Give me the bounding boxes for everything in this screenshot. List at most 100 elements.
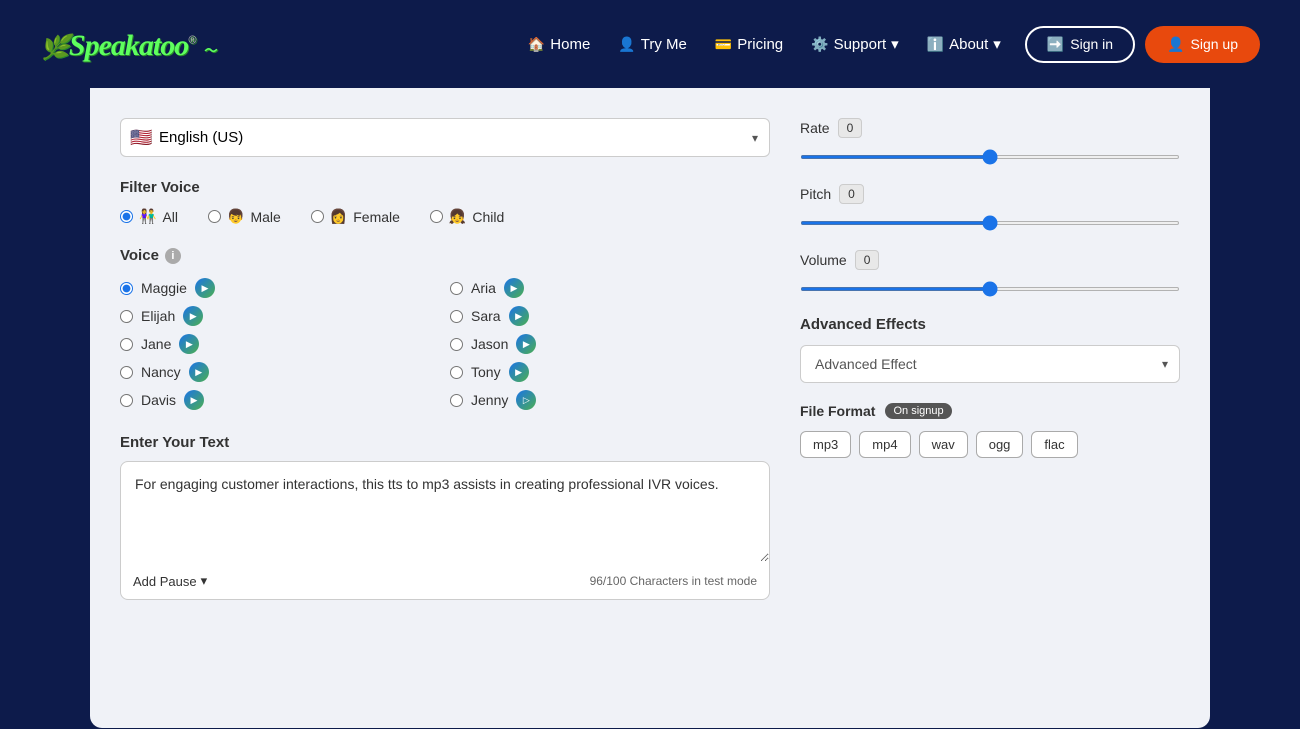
advanced-effects-section: Advanced Effects Advanced Effect Echo Re… xyxy=(800,316,1180,383)
rate-slider-group: Rate 0 xyxy=(800,118,1180,164)
filter-child-radio[interactable] xyxy=(430,210,443,223)
voice-radio-davis[interactable] xyxy=(120,394,133,407)
file-format-section: File Format On signup mp3 mp4 wav ogg fl… xyxy=(800,403,1180,458)
voice-radio-jason[interactable] xyxy=(450,338,463,351)
format-wav-button[interactable]: wav xyxy=(919,431,968,458)
filter-child-emoji: 👧 xyxy=(449,208,466,225)
nav-item-tryme[interactable]: 👤 Try Me xyxy=(618,36,687,53)
main-content: 🇺🇸 English (US) English (UK) Spanish Fre… xyxy=(90,88,1210,728)
logo: 🌿Speakatoo® 〜 xyxy=(40,26,215,63)
play-jenny-icon[interactable]: ▷ xyxy=(516,390,536,410)
voice-name-maggie: Maggie xyxy=(141,280,187,296)
voice-radio-jenny[interactable] xyxy=(450,394,463,407)
text-input-section: Enter Your Text For engaging customer in… xyxy=(120,434,770,600)
voice-item-elijah[interactable]: Elijah ▶ xyxy=(120,306,430,326)
pricing-icon: 💳 xyxy=(715,36,732,53)
voice-section-label: Voice i xyxy=(120,247,770,264)
file-format-buttons: mp3 mp4 wav ogg flac xyxy=(800,431,1180,458)
filter-female-emoji: 👩 xyxy=(330,208,347,225)
filter-all[interactable]: 👫 All xyxy=(120,208,178,225)
format-flac-button[interactable]: flac xyxy=(1031,431,1077,458)
filter-female-label: Female xyxy=(353,209,400,225)
signin-label: Sign in xyxy=(1070,36,1113,52)
text-area-box: For engaging customer interactions, this… xyxy=(120,461,770,600)
voice-radio-aria[interactable] xyxy=(450,282,463,295)
support-icon: ⚙️ xyxy=(811,36,828,53)
voice-radio-jane[interactable] xyxy=(120,338,133,351)
voice-radio-tony[interactable] xyxy=(450,366,463,379)
filter-all-emoji: 👫 xyxy=(139,208,156,225)
nav-item-support[interactable]: ⚙️ Support ▾ xyxy=(811,35,899,53)
rate-label-text: Rate xyxy=(800,120,830,136)
voice-radio-maggie[interactable] xyxy=(120,282,133,295)
voice-item-aria[interactable]: Aria ▶ xyxy=(450,278,760,298)
play-sara-icon[interactable]: ▶ xyxy=(509,306,529,326)
char-count: 96/100 Characters in test mode xyxy=(590,574,757,588)
add-pause-button[interactable]: Add Pause ▾ xyxy=(133,573,207,589)
filter-female[interactable]: 👩 Female xyxy=(311,208,400,225)
voice-radio-nancy[interactable] xyxy=(120,366,133,379)
voice-item-maggie[interactable]: Maggie ▶ xyxy=(120,278,430,298)
voice-item-davis[interactable]: Davis ▶ xyxy=(120,390,430,410)
play-jane-icon[interactable]: ▶ xyxy=(179,334,199,354)
signup-button[interactable]: 👤 Sign up xyxy=(1145,26,1260,63)
signup-label: Sign up xyxy=(1191,36,1238,52)
play-jason-icon[interactable]: ▶ xyxy=(516,334,536,354)
play-davis-icon[interactable]: ▶ xyxy=(184,390,204,410)
text-input[interactable]: For engaging customer interactions, this… xyxy=(121,462,769,562)
voice-list-wrap: Maggie ▶ Aria ▶ Elijah ▶ xyxy=(120,278,770,410)
voice-section: Voice i Maggie ▶ Aria ▶ xyxy=(120,247,770,410)
play-tony-icon[interactable]: ▶ xyxy=(509,362,529,382)
left-panel: 🇺🇸 English (US) English (UK) Spanish Fre… xyxy=(120,118,770,600)
voice-item-sara[interactable]: Sara ▶ xyxy=(450,306,760,326)
voice-columns: Maggie ▶ Aria ▶ Elijah ▶ xyxy=(120,278,770,410)
pitch-slider[interactable] xyxy=(800,221,1180,225)
pitch-slider-label: Pitch 0 xyxy=(800,184,1180,204)
voice-radio-sara[interactable] xyxy=(450,310,463,323)
nav-item-home[interactable]: 🏠 Home xyxy=(528,36,590,53)
filter-female-radio[interactable] xyxy=(311,210,324,223)
signin-button[interactable]: ➡️ Sign in xyxy=(1025,26,1135,63)
filter-male[interactable]: 👦 Male xyxy=(208,208,281,225)
filter-voice-label: Filter Voice xyxy=(120,179,770,196)
voice-name-jenny: Jenny xyxy=(471,392,508,408)
rate-slider[interactable] xyxy=(800,155,1180,159)
filter-child[interactable]: 👧 Child xyxy=(430,208,504,225)
play-aria-icon[interactable]: ▶ xyxy=(504,278,524,298)
language-select[interactable]: English (US) English (UK) Spanish French xyxy=(120,118,770,157)
voice-item-jenny[interactable]: Jenny ▷ xyxy=(450,390,760,410)
text-area-footer: Add Pause ▾ 96/100 Characters in test mo… xyxy=(121,567,769,599)
voice-info-icon[interactable]: i xyxy=(165,248,181,264)
main-grid: 🇺🇸 English (US) English (UK) Spanish Fre… xyxy=(120,118,1180,600)
format-ogg-button[interactable]: ogg xyxy=(976,431,1024,458)
advanced-effects-label: Advanced Effects xyxy=(800,316,1180,333)
voice-radio-elijah[interactable] xyxy=(120,310,133,323)
logo-area: 🌿Speakatoo® 〜 xyxy=(40,26,215,63)
filter-all-radio[interactable] xyxy=(120,210,133,223)
voice-item-tony[interactable]: Tony ▶ xyxy=(450,362,760,382)
voice-name-jane: Jane xyxy=(141,336,171,352)
nav-links: 🏠 Home 👤 Try Me 💳 Pricing ⚙️ Support ▾ ℹ… xyxy=(528,35,1001,53)
nav-support-label: Support xyxy=(834,36,887,53)
nav-item-about[interactable]: ℹ️ About ▾ xyxy=(927,35,1001,53)
voice-item-jane[interactable]: Jane ▶ xyxy=(120,334,430,354)
navbar: 🌿Speakatoo® 〜 🏠 Home 👤 Try Me 💳 Pricing … xyxy=(0,0,1300,88)
volume-slider[interactable] xyxy=(800,287,1180,291)
language-chevron-icon: ▾ xyxy=(752,131,758,145)
play-maggie-icon[interactable]: ▶ xyxy=(195,278,215,298)
filter-male-radio[interactable] xyxy=(208,210,221,223)
effect-select-wrap: Advanced Effect Echo Reverb Robot Teleph… xyxy=(800,345,1180,383)
signup-icon: 👤 xyxy=(1167,36,1184,53)
file-format-row: File Format On signup xyxy=(800,403,1180,419)
format-mp3-button[interactable]: mp3 xyxy=(800,431,851,458)
signin-icon: ➡️ xyxy=(1047,36,1064,53)
voice-item-nancy[interactable]: Nancy ▶ xyxy=(120,362,430,382)
effect-select[interactable]: Advanced Effect Echo Reverb Robot Teleph… xyxy=(800,345,1180,383)
play-nancy-icon[interactable]: ▶ xyxy=(189,362,209,382)
voice-label-text: Voice xyxy=(120,247,159,264)
on-signup-badge: On signup xyxy=(885,403,951,419)
voice-item-jason[interactable]: Jason ▶ xyxy=(450,334,760,354)
play-elijah-icon[interactable]: ▶ xyxy=(183,306,203,326)
nav-item-pricing[interactable]: 💳 Pricing xyxy=(715,36,783,53)
format-mp4-button[interactable]: mp4 xyxy=(859,431,910,458)
